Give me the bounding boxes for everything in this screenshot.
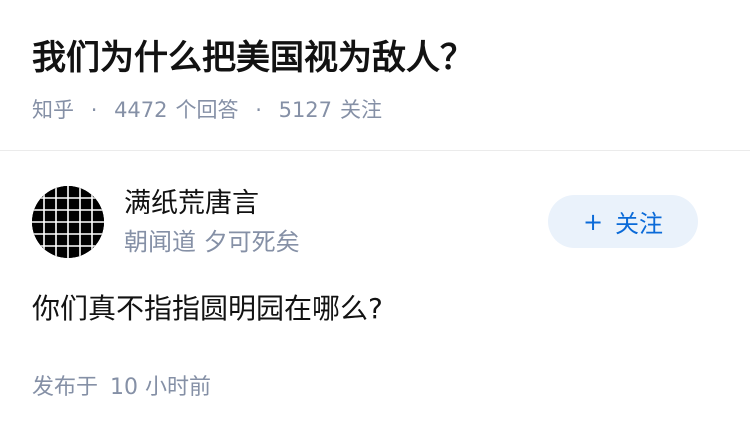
timestamp-value: 10 小时前: [110, 375, 212, 400]
section-divider: [0, 150, 750, 151]
follow-button-label: 关注: [615, 210, 664, 238]
answer-timestamp: 发布于 10 小时前: [32, 370, 211, 406]
follower-count-label: 关注: [340, 98, 383, 122]
timestamp-prefix: 发布于: [32, 375, 99, 400]
question-header: 我们为什么把美国视为敌人？ 知乎 · 4472 个回答 · 5127 关注: [0, 0, 750, 150]
author-bio: 朝闻道 夕可死矣: [124, 228, 300, 256]
grid-pattern-avatar-icon: [32, 186, 104, 258]
question-title[interactable]: 我们为什么把美国视为敌人？: [32, 33, 474, 83]
meta-separator: ·: [255, 98, 262, 122]
follow-button[interactable]: + 关注: [548, 195, 698, 248]
source-label[interactable]: 知乎: [32, 98, 74, 122]
meta-separator: ·: [90, 98, 98, 122]
author-avatar[interactable]: [32, 186, 104, 258]
follower-count: 5127: [278, 98, 333, 122]
answer-content[interactable]: 你们真不指指圆明园在哪么?: [32, 287, 383, 331]
author-name[interactable]: 满纸荒唐言: [124, 184, 259, 224]
plus-icon: +: [582, 207, 604, 236]
answer-count: 4472: [114, 98, 168, 122]
question-meta: 知乎 · 4472 个回答 · 5127 关注: [32, 92, 382, 128]
answer-count-label: 个回答: [175, 98, 239, 122]
